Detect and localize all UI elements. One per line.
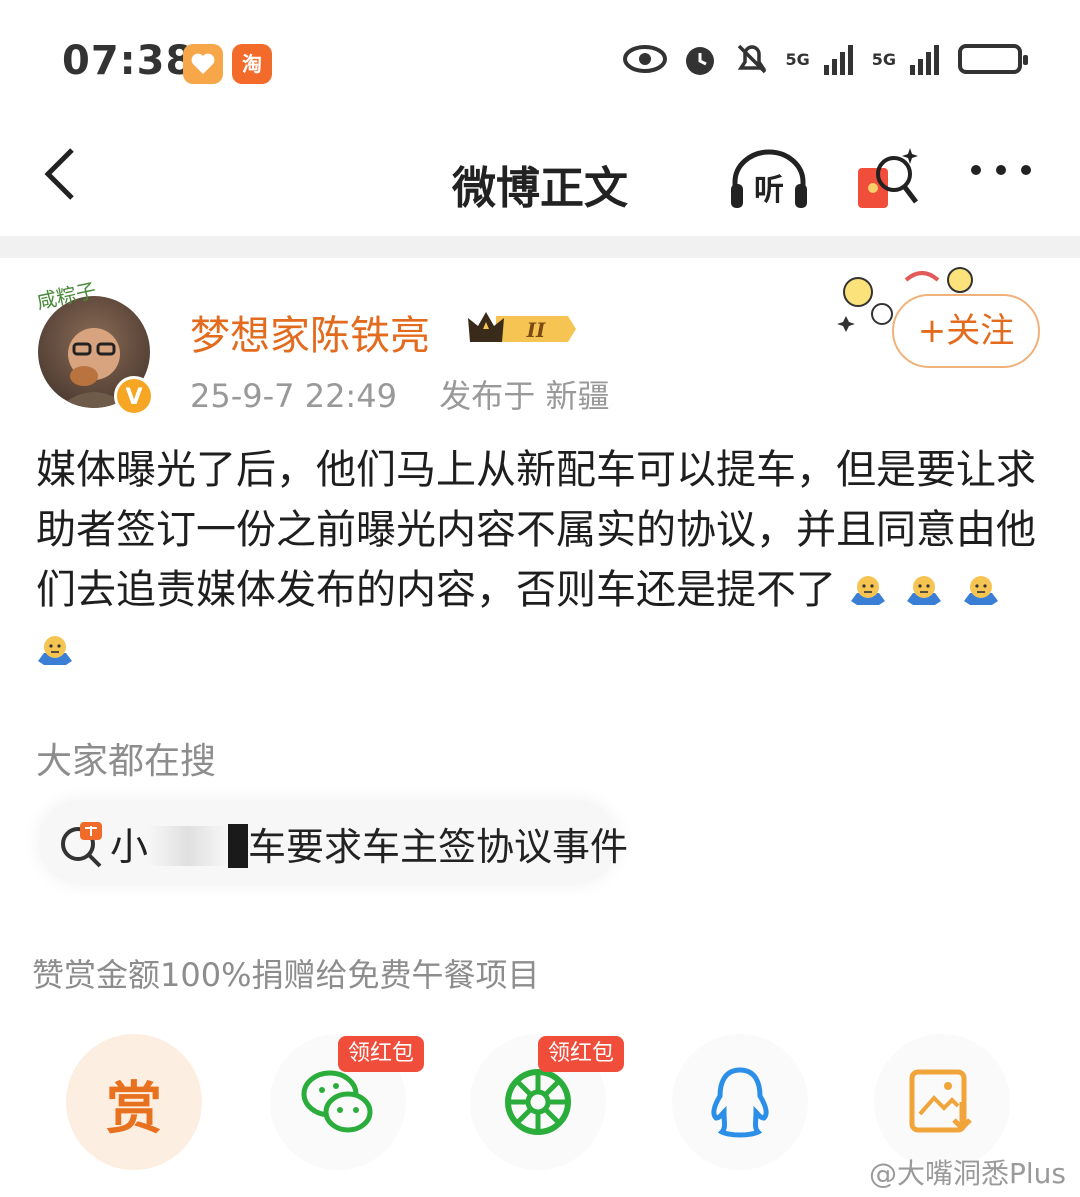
follow-button[interactable]: +关注 bbox=[892, 294, 1040, 368]
post-meta: 25-9-7 22:49 发布于 新疆 bbox=[190, 371, 609, 417]
verified-badge: V bbox=[114, 376, 154, 416]
listen-label: 听 bbox=[754, 173, 784, 208]
hot-search-chip[interactable]: 小 车要求车主签协议事件 bbox=[38, 800, 628, 884]
shrug-emoji-icon bbox=[850, 576, 885, 605]
red-packet-badge: 领红包 bbox=[338, 1036, 425, 1072]
signal-5g-label: 5G bbox=[785, 49, 810, 69]
heart-app-icon bbox=[183, 44, 223, 84]
shrug-emoji-icon bbox=[907, 576, 942, 605]
status-bar: 07:38 淘 5G 5G bbox=[0, 0, 1080, 130]
redacted-blur bbox=[148, 826, 229, 866]
redacted-block bbox=[228, 824, 249, 868]
taobao-app-icon: 淘 bbox=[232, 44, 272, 84]
shrug-emoji-icon bbox=[38, 636, 72, 665]
save-image-icon bbox=[909, 1069, 972, 1133]
reward-button[interactable]: 赏 bbox=[66, 1034, 202, 1170]
headphones-listen-icon[interactable]: 听 bbox=[727, 144, 811, 212]
reward-label: 赏 bbox=[106, 1077, 162, 1142]
trending-search-heading: 大家都在搜 bbox=[36, 741, 217, 782]
top-nav: 微博正文 听 bbox=[0, 130, 1080, 230]
signal-5g-label-2: 5G bbox=[871, 49, 896, 69]
red-packet-badge-2: 领红包 bbox=[538, 1036, 625, 1072]
more-options-icon[interactable] bbox=[966, 160, 1036, 180]
author-name[interactable]: 梦想家陈铁亮 bbox=[190, 303, 430, 361]
signal-bars-icon bbox=[823, 45, 853, 75]
status-icons: 5G 5G bbox=[623, 40, 1028, 78]
hot-search-text: 小 车要求车主签协议事件 bbox=[110, 816, 628, 871]
save-image-button[interactable] bbox=[874, 1034, 1010, 1170]
signal-bars-icon-2 bbox=[910, 45, 939, 75]
hot-search-suffix: 车要求车主签协议事件 bbox=[248, 825, 629, 869]
hot-search-icon bbox=[61, 822, 102, 868]
member-level-text: II bbox=[526, 318, 546, 342]
alarm-icon bbox=[686, 47, 715, 75]
status-time: 07:38 bbox=[62, 38, 195, 84]
share-qq-button[interactable] bbox=[672, 1034, 808, 1170]
wechat-icon bbox=[301, 1070, 373, 1133]
moments-icon bbox=[505, 1069, 571, 1135]
header-divider bbox=[0, 236, 1080, 258]
reward-donation-note: 赞赏金额100%捐赠给免费午餐项目 bbox=[32, 956, 540, 994]
watermark: @大嘴洞悉Plus bbox=[869, 1157, 1066, 1190]
post-timestamp: 25-9-7 22:49 bbox=[190, 377, 397, 415]
hot-search-prefix: 小 bbox=[110, 825, 149, 869]
battery-icon bbox=[958, 44, 1028, 74]
post-body: 媒体曝光了后，他们马上从新配车可以提车，但是要让求助者签订一份之前曝光内容不属实… bbox=[36, 440, 1046, 680]
red-packet-search-icon[interactable] bbox=[856, 144, 920, 214]
eye-icon bbox=[623, 45, 668, 73]
qq-icon bbox=[711, 1067, 769, 1138]
mute-icon bbox=[738, 44, 767, 74]
member-level-badge: II bbox=[468, 312, 576, 342]
post-location: 发布于 新疆 bbox=[439, 377, 610, 415]
shrug-emoji-icon bbox=[964, 576, 999, 605]
